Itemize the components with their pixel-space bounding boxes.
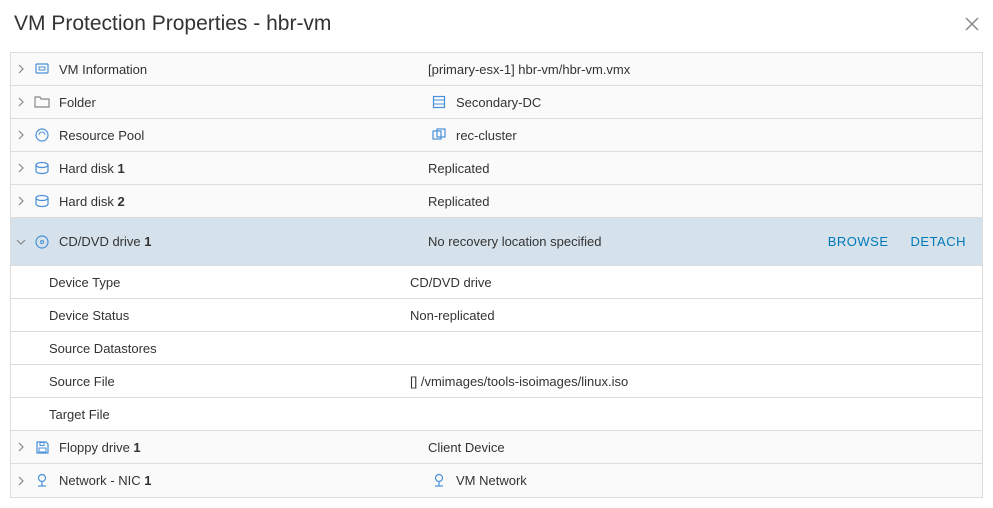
browse-button[interactable]: BROWSE xyxy=(828,234,889,249)
row-label: Resource Pool xyxy=(59,128,144,143)
row-value: [primary-esx-1] hbr-vm/hbr-vm.vmx xyxy=(428,62,630,77)
detail-target-file: Target File xyxy=(11,398,982,431)
row-label: Hard disk 1 xyxy=(59,161,125,176)
row-label: Floppy drive 1 xyxy=(59,440,141,455)
detail-device-type: Device Type CD/DVD drive xyxy=(11,266,982,299)
chevron-right-icon xyxy=(11,163,31,173)
detail-label: Source File xyxy=(49,374,115,389)
row-label: CD/DVD drive 1 xyxy=(59,234,151,249)
row-hard-disk-1[interactable]: Hard disk 1 Replicated xyxy=(11,152,982,185)
cd-dvd-icon xyxy=(31,234,53,250)
detail-value: Non-replicated xyxy=(410,308,495,323)
cluster-icon xyxy=(428,128,450,142)
detail-label: Device Type xyxy=(49,275,120,290)
row-value: Secondary-DC xyxy=(456,95,541,110)
row-value: Replicated xyxy=(428,161,489,176)
datacenter-icon xyxy=(428,95,450,109)
detail-label: Source Datastores xyxy=(49,341,157,356)
dialog-title: VM Protection Properties - hbr-vm xyxy=(14,12,331,36)
row-value: No recovery location specified xyxy=(428,234,601,249)
resource-pool-icon xyxy=(31,127,53,143)
detail-source-datastores: Source Datastores xyxy=(11,332,982,365)
row-value: Replicated xyxy=(428,194,489,209)
floppy-icon xyxy=(31,440,53,455)
chevron-right-icon xyxy=(11,130,31,140)
network-icon xyxy=(31,473,53,489)
properties-table: VM Information [primary-esx-1] hbr-vm/hb… xyxy=(10,52,983,498)
close-icon xyxy=(965,17,979,31)
chevron-right-icon xyxy=(11,196,31,206)
row-label: Folder xyxy=(59,95,96,110)
detail-source-file: Source File [] /vmimages/tools-isoimages… xyxy=(11,365,982,398)
row-label: Hard disk 2 xyxy=(59,194,125,209)
detail-device-status: Device Status Non-replicated xyxy=(11,299,982,332)
row-value: rec-cluster xyxy=(456,128,517,143)
row-label: VM Information xyxy=(59,62,147,77)
chevron-right-icon xyxy=(11,476,31,486)
folder-icon xyxy=(31,95,53,109)
detail-label: Device Status xyxy=(49,308,129,323)
row-value: Client Device xyxy=(428,440,505,455)
row-network-nic-1[interactable]: Network - NIC 1 VM Network xyxy=(11,464,982,497)
chevron-right-icon xyxy=(11,64,31,74)
row-folder[interactable]: Folder Secondary-DC xyxy=(11,86,982,119)
detach-button[interactable]: DETACH xyxy=(911,234,966,249)
network-icon xyxy=(428,473,450,489)
hard-disk-icon xyxy=(31,194,53,208)
chevron-down-icon xyxy=(11,238,31,246)
chevron-right-icon xyxy=(11,442,31,452)
vm-icon xyxy=(31,61,53,77)
close-button[interactable] xyxy=(965,17,979,31)
row-vm-information[interactable]: VM Information [primary-esx-1] hbr-vm/hb… xyxy=(11,53,982,86)
row-cd-dvd-drive-1[interactable]: CD/DVD drive 1 No recovery location spec… xyxy=(11,218,982,266)
row-floppy-drive-1[interactable]: Floppy drive 1 Client Device xyxy=(11,431,982,464)
hard-disk-icon xyxy=(31,161,53,175)
row-value: VM Network xyxy=(456,473,527,488)
row-label: Network - NIC 1 xyxy=(59,473,151,488)
row-resource-pool[interactable]: Resource Pool rec-cluster xyxy=(11,119,982,152)
detail-value: CD/DVD drive xyxy=(410,275,492,290)
detail-label: Target File xyxy=(49,407,110,422)
row-hard-disk-2[interactable]: Hard disk 2 Replicated xyxy=(11,185,982,218)
chevron-right-icon xyxy=(11,97,31,107)
detail-value: [] /vmimages/tools-isoimages/linux.iso xyxy=(410,374,628,389)
